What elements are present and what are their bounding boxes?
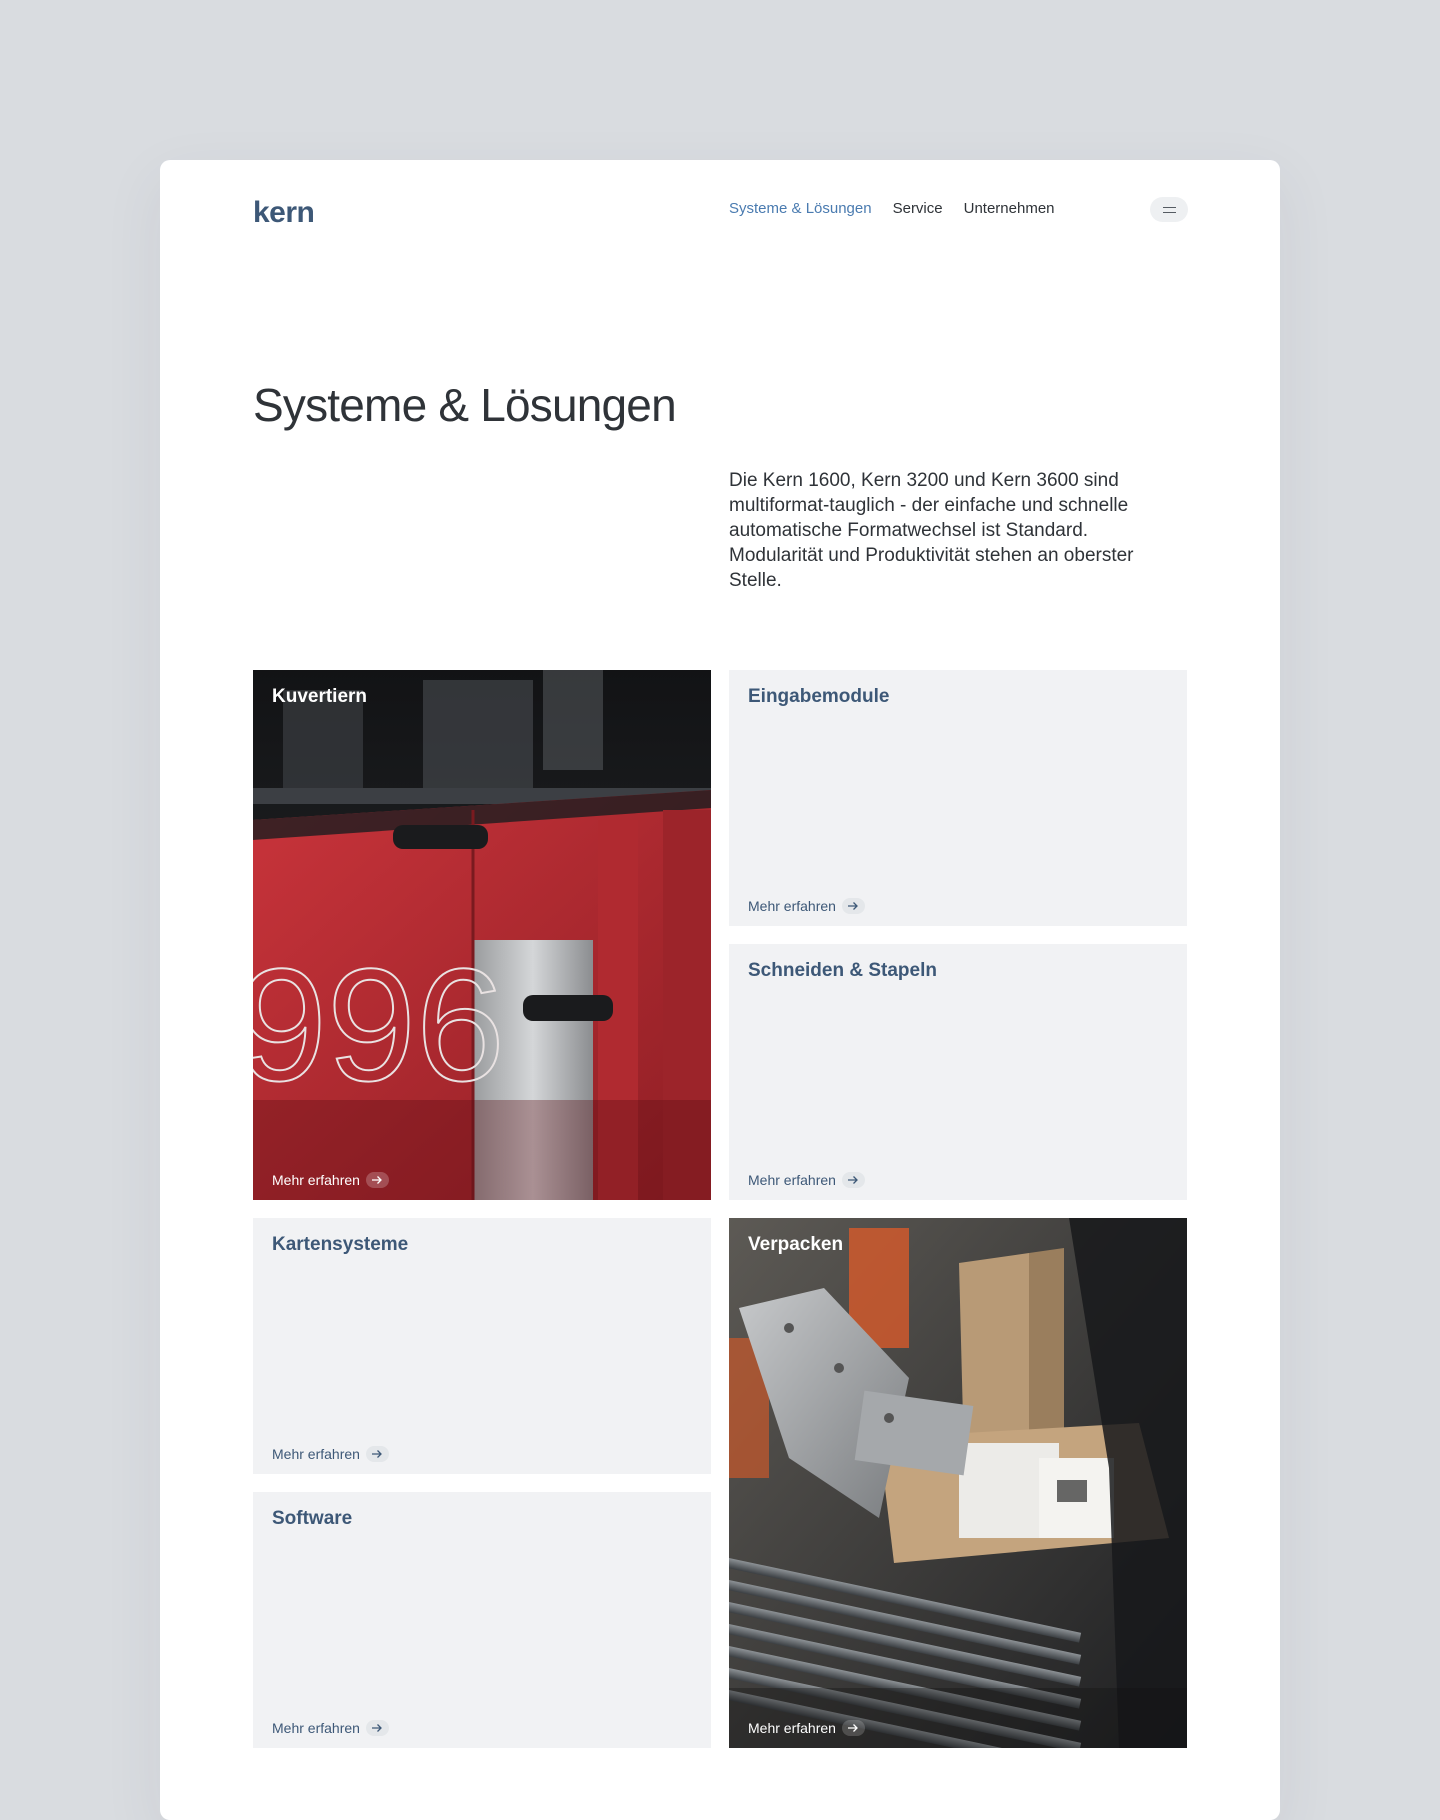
nav-item-unternehmen[interactable]: Unternehmen (964, 200, 1055, 217)
tile-title: Verpacken (748, 1234, 844, 1255)
arrow-right-icon (365, 1172, 389, 1188)
link-label: Mehr erfahren (748, 1720, 836, 1736)
mehr-erfahren-link[interactable]: Mehr erfahren (748, 1172, 865, 1188)
tile-verpacken[interactable]: Verpacken Mehr erfahren (729, 1218, 1187, 1748)
kuvertiern-photo: 996 (253, 670, 711, 1200)
tile-title: Kuvertiern (272, 686, 368, 707)
link-label: Mehr erfahren (272, 1172, 360, 1188)
page-card: kern Systeme & Lösungen Service Unterneh… (160, 160, 1280, 1820)
tile-title: Eingabemodule (748, 686, 890, 707)
arrow-right-icon (841, 1720, 865, 1736)
machine-number-text: 996 (253, 935, 505, 1114)
mehr-erfahren-link[interactable]: Mehr erfahren (272, 1172, 389, 1188)
tile-title: Schneiden & Stapeln (748, 960, 937, 981)
hamburger-icon (1162, 206, 1176, 213)
kern-logo[interactable]: kern (253, 196, 315, 230)
arrow-right-icon (365, 1720, 389, 1736)
tile-eingabemodule[interactable]: Eingabemodule Mehr erfahren (729, 670, 1187, 926)
link-label: Mehr erfahren (748, 1172, 836, 1188)
link-label: Mehr erfahren (748, 898, 836, 914)
arrow-right-icon (841, 898, 865, 914)
link-label: Mehr erfahren (272, 1446, 360, 1462)
page-title: Systeme & Lösungen (253, 379, 677, 431)
tile-schneiden-stapeln[interactable]: Schneiden & Stapeln Mehr erfahren (729, 944, 1187, 1200)
menu-button[interactable] (1150, 197, 1188, 222)
intro-text: Die Kern 1600, Kern 3200 und Kern 3600 s… (729, 470, 1134, 591)
tile-title: Software (272, 1508, 353, 1529)
tile-title: Kartensysteme (272, 1234, 409, 1255)
link-label: Mehr erfahren (272, 1720, 360, 1736)
mehr-erfahren-link[interactable]: Mehr erfahren (272, 1446, 389, 1462)
mehr-erfahren-link[interactable]: Mehr erfahren (748, 898, 865, 914)
tile-kartensysteme[interactable]: Kartensysteme Mehr erfahren (253, 1218, 711, 1474)
nav-item-systeme-loesungen[interactable]: Systeme & Lösungen (729, 200, 872, 217)
arrow-right-icon (365, 1446, 389, 1462)
nav-item-service[interactable]: Service (893, 200, 943, 217)
tile-software[interactable]: Software Mehr erfahren (253, 1492, 711, 1748)
mehr-erfahren-link[interactable]: Mehr erfahren (272, 1720, 389, 1736)
mehr-erfahren-link[interactable]: Mehr erfahren (748, 1720, 865, 1736)
verpacken-photo (729, 1218, 1187, 1748)
main-nav: Systeme & Lösungen Service Unternehmen (729, 200, 1055, 217)
tile-kuvertiern[interactable]: 996 Kuvertiern Mehr erfahren (253, 670, 711, 1200)
arrow-right-icon (841, 1172, 865, 1188)
